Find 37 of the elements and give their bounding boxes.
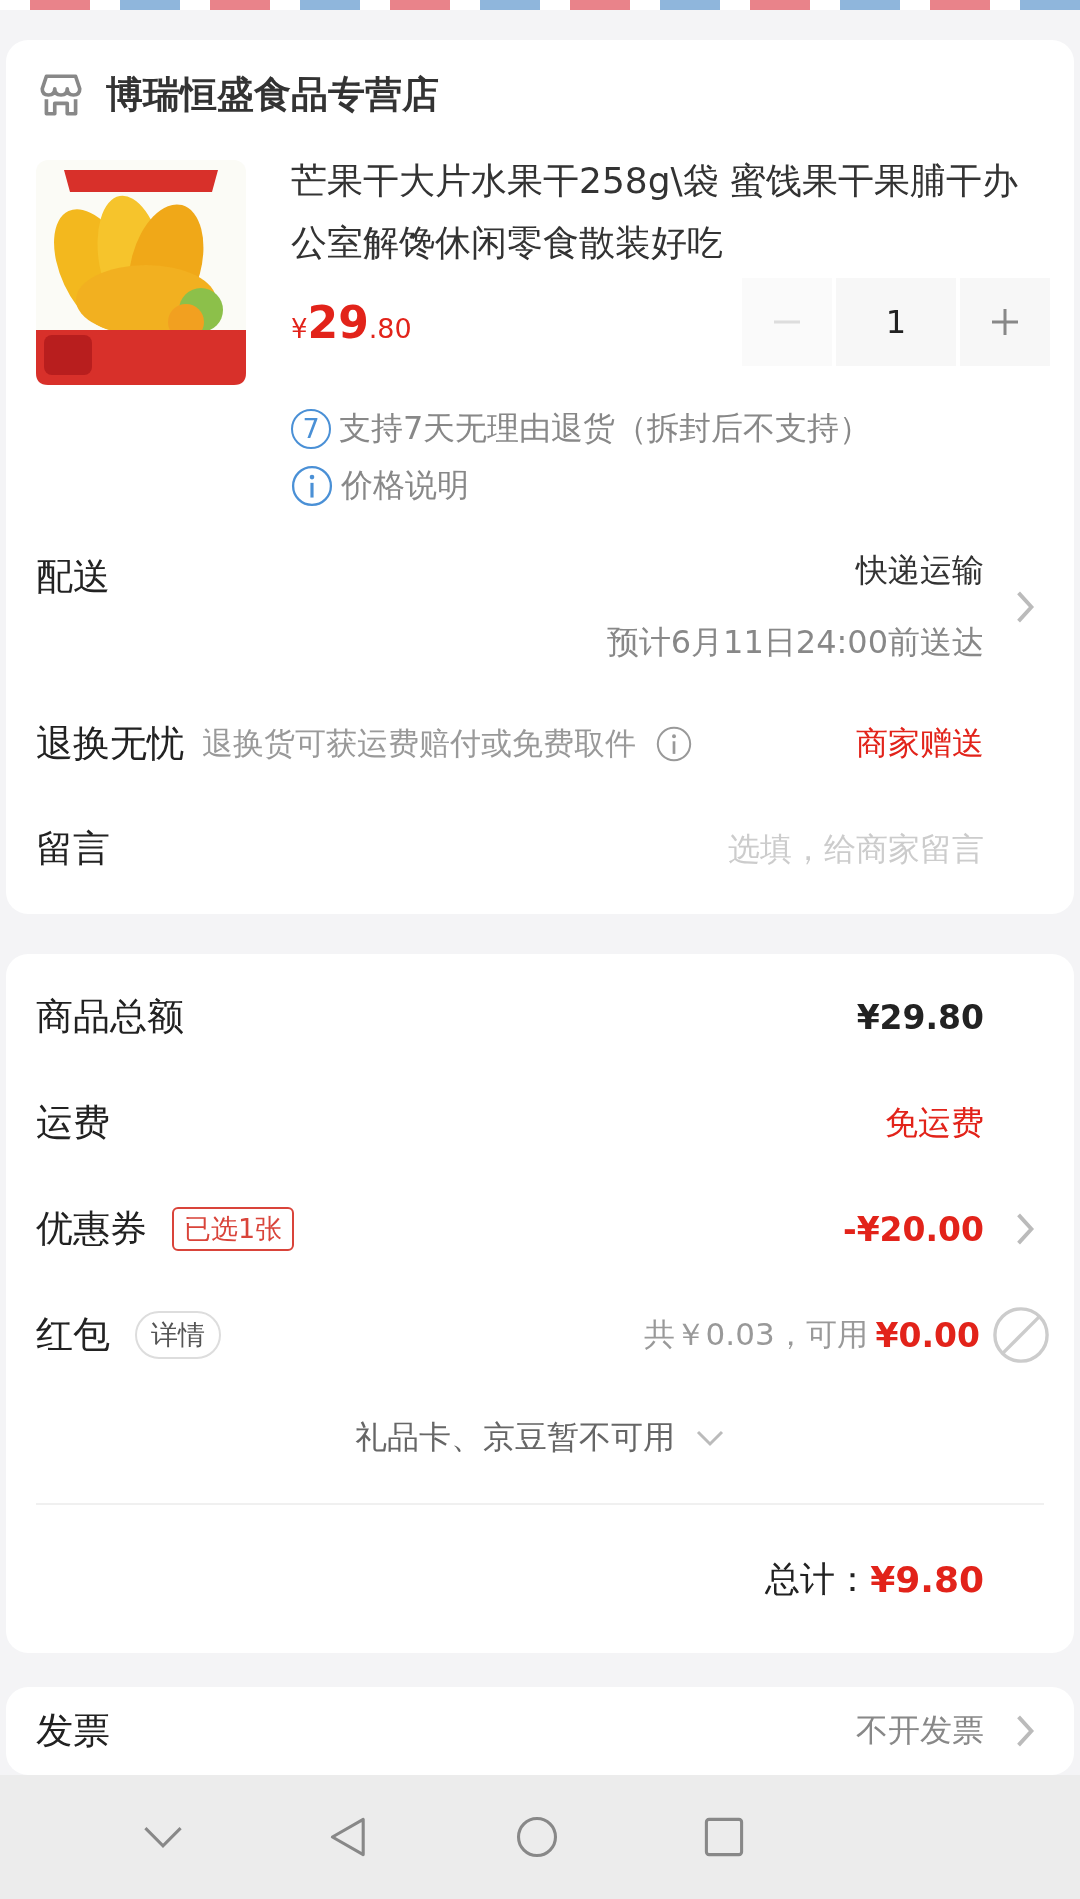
summary-value: 免运费 [885, 1101, 984, 1144]
summary-value: ¥0.00 [875, 1315, 980, 1355]
delivery-estimate: 预计6月11日24:00前送达 [606, 621, 984, 663]
product-price: ¥29.80 [291, 296, 412, 348]
returns-description: 退换货可获运费赔付或免费取件 [202, 724, 636, 763]
note-text[interactable]: 支持7天无理由退货（拆封后不支持） [339, 406, 872, 451]
summary-label: 商品总额 [36, 994, 184, 1040]
total-value: ¥9.80 [870, 1558, 984, 1600]
summary-label: 优惠券 [36, 1206, 147, 1252]
summary-value: ¥29.80 [856, 997, 984, 1037]
days-badge: 7 [291, 408, 331, 449]
summary-label: 红包 [36, 1312, 110, 1358]
coupon-tag[interactable]: 已选1张 [172, 1207, 295, 1251]
invoice-value: 不开发票 [856, 1709, 984, 1751]
details-button[interactable]: 详情 [135, 1311, 221, 1359]
plus-icon[interactable] [990, 307, 1020, 337]
returns-value: 商家赠送 [856, 723, 984, 764]
home-icon[interactable] [515, 1815, 559, 1859]
info-icon [291, 464, 333, 507]
note-text[interactable]: 价格说明 [341, 463, 469, 508]
message-label: 留言 [36, 826, 110, 872]
total-label: 总计： [765, 1557, 871, 1601]
summary-label: 运费 [36, 1100, 110, 1146]
info-icon[interactable] [656, 726, 692, 762]
redpacket-note: 共￥0.03，可用 [643, 1315, 868, 1354]
caret-icon[interactable] [695, 1429, 725, 1447]
gift-card-note[interactable]: 礼品卡、京豆暂不可用 [355, 1416, 675, 1460]
quantity-field[interactable]: 1 [836, 278, 956, 366]
delivery-method: 快递运输 [856, 549, 984, 591]
summary-value: -¥20.00 [842, 1209, 984, 1249]
chevron-icon[interactable] [1014, 1211, 1036, 1247]
product-title[interactable]: 芒果干大片水果干258g\袋 蜜饯果干果脯干办公室解馋休闲零食散装好吃 [291, 150, 1054, 274]
store-name[interactable]: 博瑞恒盛食品专营店 [106, 70, 439, 120]
plus-button[interactable] [960, 278, 1050, 366]
invoice-label: 发票 [36, 1707, 110, 1754]
delivery-label: 配送 [36, 554, 110, 600]
returns-label: 退换无忧 [36, 721, 184, 767]
